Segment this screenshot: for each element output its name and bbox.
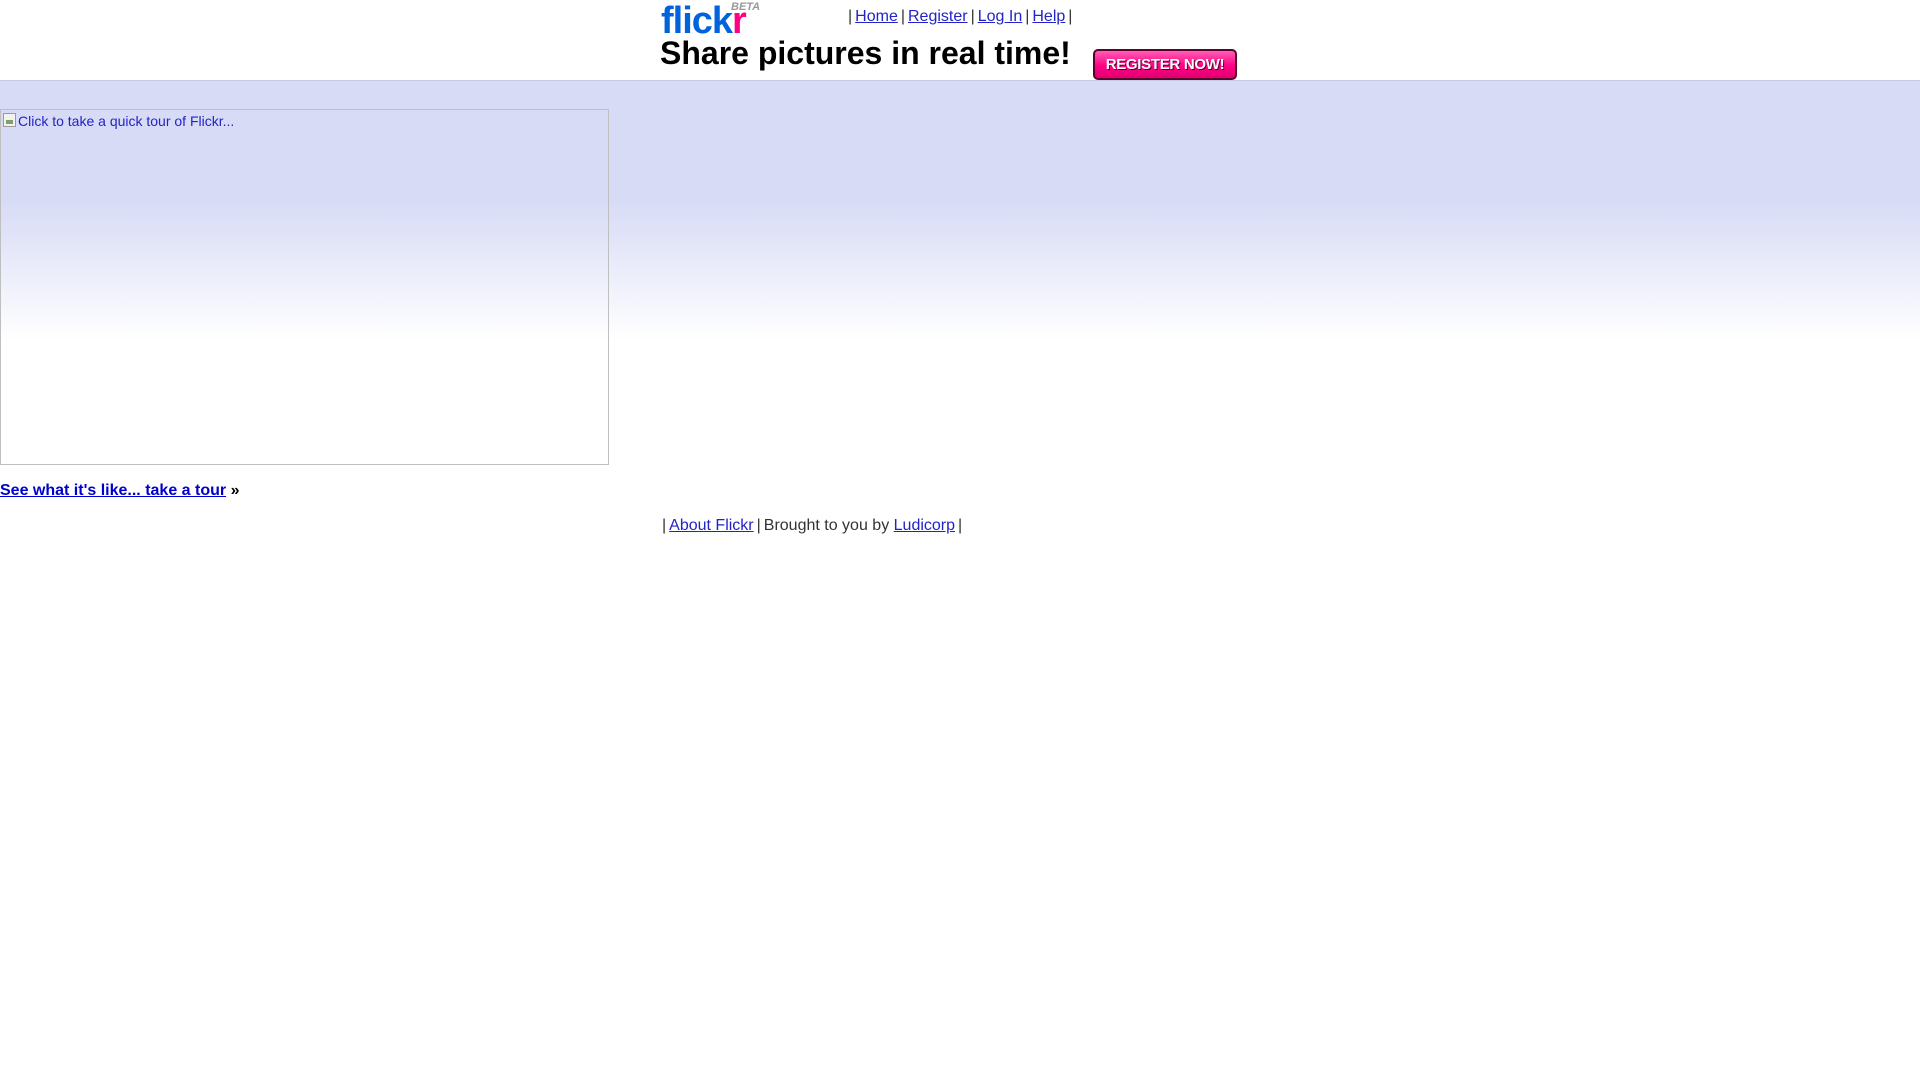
top-nav: | Home | Register | Log In | Help | [845, 8, 1075, 26]
footer-separator: | [756, 517, 761, 534]
tour-link-line: See what it's like... take a tour » [0, 482, 239, 500]
ludicorp-link[interactable]: Ludicorp [894, 517, 955, 534]
tour-image-alt-text: Click to take a quick tour of Flickr... [18, 113, 235, 129]
header: flickr BETA | Home | Register | Log In | Help | … [0, 0, 1920, 80]
about-flickr-link[interactable]: About Flickr [669, 517, 753, 534]
broken-image-icon [3, 113, 16, 127]
take-tour-link[interactable]: See what it's like... take a tour [0, 482, 226, 499]
footer-separator: | [958, 517, 963, 534]
beta-badge: BETA [731, 1, 761, 13]
nav-help-link[interactable]: Help [1032, 8, 1065, 25]
nav-home-link[interactable]: Home [855, 8, 898, 25]
nav-register-link[interactable]: Register [908, 8, 968, 25]
nav-login-link[interactable]: Log In [978, 8, 1022, 25]
tour-image-link[interactable]: Click to take a quick tour of Flickr... [0, 109, 609, 465]
nav-separator: | [970, 8, 975, 25]
nav-separator: | [900, 8, 905, 25]
nav-separator: | [1025, 8, 1030, 25]
register-now-button[interactable]: REGISTER NOW! [1093, 49, 1237, 80]
nav-separator: | [848, 8, 853, 25]
nav-separator: | [1068, 8, 1073, 25]
brought-by-text: Brought to you by [763, 517, 890, 534]
footer-separator: | [662, 517, 667, 534]
tour-link-arrow: » [230, 482, 240, 499]
tagline: Share pictures in real time! [660, 35, 1071, 71]
page: flickr BETA | Home | Register | Log In | Help | … [0, 0, 1920, 1080]
footer: | About Flickr | Brought to you by Ludicorp… [659, 517, 965, 535]
